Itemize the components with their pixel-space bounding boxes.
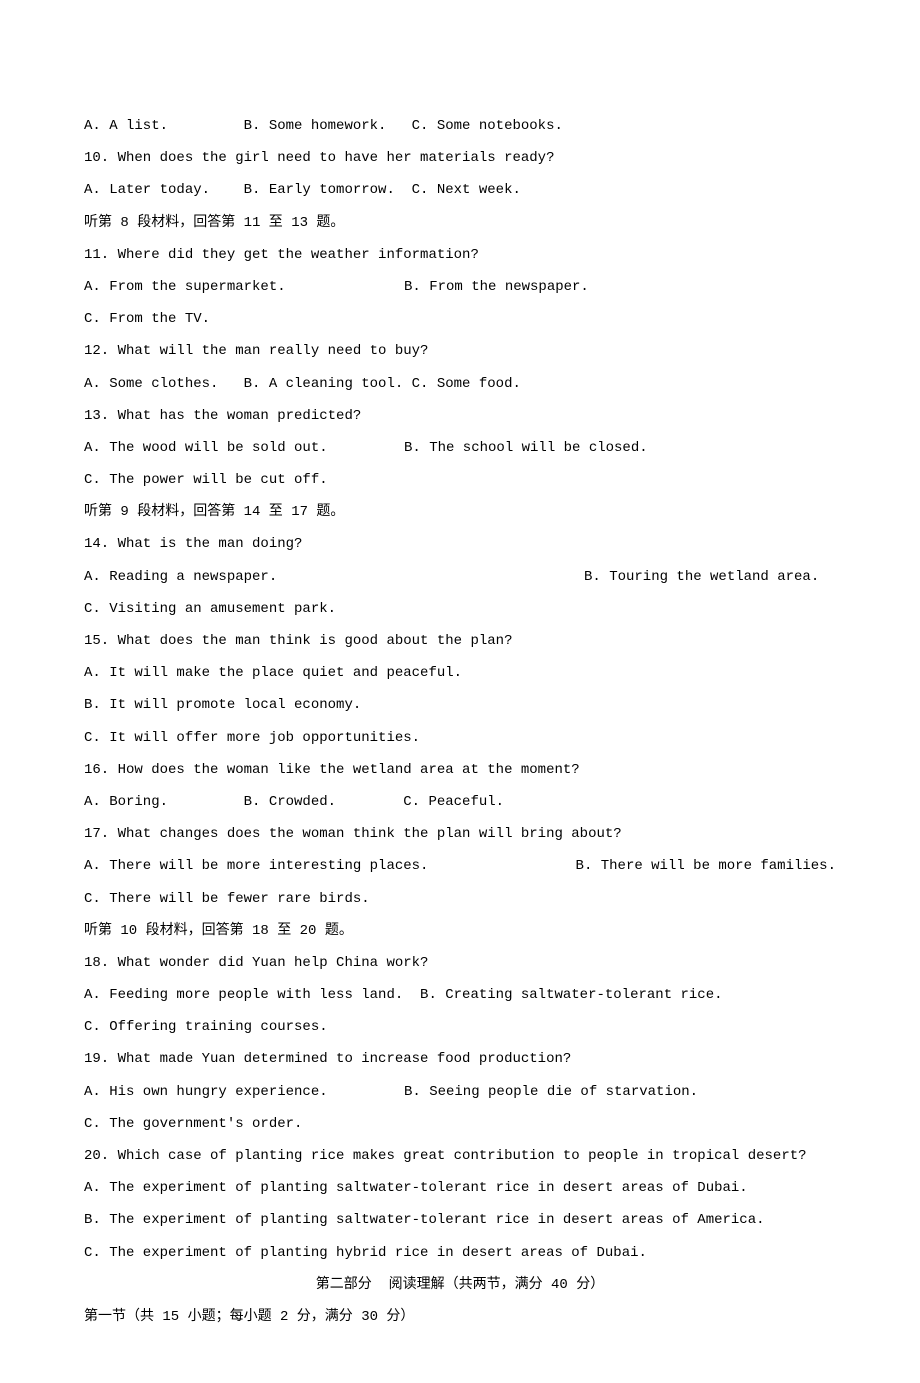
text-line: 听第 10 段材料，回答第 18 至 20 题。 [84,915,836,947]
text-line: 18. What wonder did Yuan help China work… [84,947,836,979]
option-left: A. His own hungry experience. [84,1076,404,1108]
text-line: A. It will make the place quiet and peac… [84,657,836,689]
text-line: A. A list. B. Some homework. C. Some not… [84,110,836,142]
section-heading: 第二部分 阅读理解（共两节，满分 40 分） [84,1269,836,1301]
text-line: B. It will promote local economy. [84,689,836,721]
option-left: A. There will be more interesting places… [84,850,576,882]
option-right: B. Seeing people die of starvation. [404,1076,836,1108]
text-line: A. His own hungry experience.B. Seeing p… [84,1076,836,1108]
text-line: 20. Which case of planting rice makes gr… [84,1140,836,1172]
text-line: 15. What does the man think is good abou… [84,625,836,657]
text-line: 17. What changes does the woman think th… [84,818,836,850]
text-line: 16. How does the woman like the wetland … [84,754,836,786]
text-line: 19. What made Yuan determined to increas… [84,1043,836,1075]
option-right: B. From the newspaper. [404,271,836,303]
text-line: A. Reading a newspaper.B. Touring the we… [84,561,836,593]
text-line: A. Feeding more people with less land. B… [84,979,836,1011]
text-line: A. From the supermarket.B. From the news… [84,271,836,303]
text-line: B. The experiment of planting saltwater-… [84,1204,836,1236]
text-line: A. The wood will be sold out.B. The scho… [84,432,836,464]
text-line: C. It will offer more job opportunities. [84,722,836,754]
text-line: 11. Where did they get the weather infor… [84,239,836,271]
option-right: B. Touring the wetland area. [584,561,836,593]
option-right: B. There will be more families. [576,850,836,882]
option-right: B. The school will be closed. [404,432,836,464]
text-line: 听第 9 段材料，回答第 14 至 17 题。 [84,496,836,528]
text-line: 听第 8 段材料，回答第 11 至 13 题。 [84,207,836,239]
text-line: A. Some clothes. B. A cleaning tool. C. … [84,368,836,400]
text-line: A. There will be more interesting places… [84,850,836,882]
option-left: A. The wood will be sold out. [84,432,404,464]
option-left: A. Reading a newspaper. [84,561,584,593]
text-line: C. There will be fewer rare birds. [84,883,836,915]
text-line: 14. What is the man doing? [84,528,836,560]
text-line: C. The government's order. [84,1108,836,1140]
text-line: 10. When does the girl need to have her … [84,142,836,174]
text-line: C. The power will be cut off. [84,464,836,496]
text-line: C. The experiment of planting hybrid ric… [84,1237,836,1269]
text-line: 第一节（共 15 小题；每小题 2 分，满分 30 分） [84,1301,836,1333]
text-line: C. Offering training courses. [84,1011,836,1043]
document-body: A. A list. B. Some homework. C. Some not… [84,110,836,1333]
text-line: C. Visiting an amusement park. [84,593,836,625]
text-line: A. The experiment of planting saltwater-… [84,1172,836,1204]
text-line: C. From the TV. [84,303,836,335]
option-left: A. From the supermarket. [84,271,404,303]
text-line: A. Boring. B. Crowded. C. Peaceful. [84,786,836,818]
text-line: A. Later today. B. Early tomorrow. C. Ne… [84,174,836,206]
text-line: 13. What has the woman predicted? [84,400,836,432]
text-line: 12. What will the man really need to buy… [84,335,836,367]
